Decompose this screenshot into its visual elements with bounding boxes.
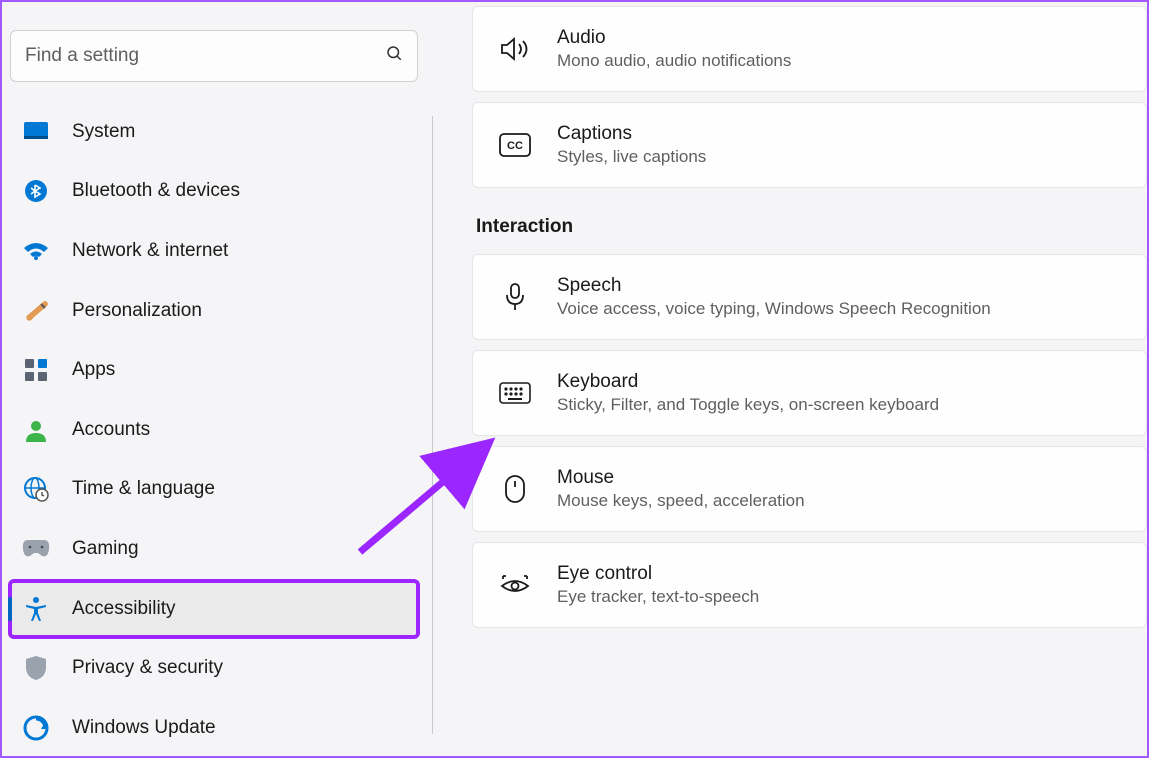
- captions-icon: CC: [499, 129, 531, 161]
- sidebar-item-label: Windows Update: [72, 717, 216, 739]
- sidebar-item-privacy[interactable]: Privacy & security: [10, 641, 418, 697]
- sidebar-item-label: Privacy & security: [72, 657, 223, 679]
- gamepad-icon: [22, 535, 50, 563]
- sidebar-divider: [432, 116, 433, 734]
- system-icon: [22, 118, 50, 146]
- sidebar-item-gaming[interactable]: Gaming: [10, 521, 418, 577]
- sidebar-item-label: Network & internet: [72, 240, 228, 262]
- card-subtitle: Styles, live captions: [557, 147, 706, 167]
- sidebar-item-label: System: [72, 121, 135, 143]
- sidebar-item-accessibility[interactable]: Accessibility: [10, 581, 418, 637]
- sidebar-item-system[interactable]: System: [10, 104, 418, 160]
- card-title: Speech: [557, 275, 991, 297]
- sidebar-item-label: Accessibility: [72, 598, 175, 620]
- sidebar-item-label: Accounts: [72, 419, 150, 441]
- microphone-icon: [499, 281, 531, 313]
- sidebar-item-apps[interactable]: Apps: [10, 342, 418, 398]
- card-captions[interactable]: CC Captions Styles, live captions: [472, 102, 1147, 188]
- section-heading-interaction: Interaction: [476, 216, 1147, 238]
- sidebar-item-bluetooth[interactable]: Bluetooth & devices: [10, 163, 418, 219]
- card-mouse[interactable]: Mouse Mouse keys, speed, acceleration: [472, 446, 1147, 532]
- eye-icon: [499, 569, 531, 601]
- sidebar-item-time-language[interactable]: Time & language: [10, 462, 418, 518]
- sidebar-item-label: Apps: [72, 359, 115, 381]
- accessibility-icon: [22, 595, 50, 623]
- sidebar-item-network[interactable]: Network & internet: [10, 223, 418, 279]
- sidebar-item-accounts[interactable]: Accounts: [10, 402, 418, 458]
- paintbrush-icon: [22, 297, 50, 325]
- sidebar-item-label: Personalization: [72, 300, 202, 322]
- update-icon: [22, 714, 50, 742]
- bluetooth-icon: [22, 177, 50, 205]
- card-title: Eye control: [557, 563, 759, 585]
- search-input[interactable]: [25, 45, 385, 67]
- card-audio[interactable]: Audio Mono audio, audio notifications: [472, 6, 1147, 92]
- search-icon: [385, 44, 403, 67]
- globe-clock-icon: [22, 475, 50, 503]
- speaker-icon: [499, 33, 531, 65]
- keyboard-icon: [499, 377, 531, 409]
- card-title: Keyboard: [557, 371, 939, 393]
- card-subtitle: Eye tracker, text-to-speech: [557, 587, 759, 607]
- shield-icon: [22, 654, 50, 682]
- search-field[interactable]: [10, 30, 418, 82]
- sidebar-item-windows-update[interactable]: Windows Update: [10, 700, 418, 756]
- sidebar-item-label: Gaming: [72, 538, 139, 560]
- card-title: Audio: [557, 27, 791, 49]
- sidebar: System Bluetooth & devices Network & int…: [2, 2, 432, 756]
- card-subtitle: Voice access, voice typing, Windows Spee…: [557, 299, 991, 319]
- card-title: Captions: [557, 123, 706, 145]
- person-icon: [22, 416, 50, 444]
- sidebar-item-label: Time & language: [72, 478, 215, 500]
- mouse-icon: [499, 473, 531, 505]
- card-subtitle: Sticky, Filter, and Toggle keys, on-scre…: [557, 395, 939, 415]
- wifi-icon: [22, 237, 50, 265]
- card-subtitle: Mouse keys, speed, acceleration: [557, 491, 805, 511]
- main-panel: Audio Mono audio, audio notifications CC…: [432, 2, 1147, 756]
- card-eye-control[interactable]: Eye control Eye tracker, text-to-speech: [472, 542, 1147, 628]
- sidebar-item-personalization[interactable]: Personalization: [10, 283, 418, 339]
- sidebar-item-label: Bluetooth & devices: [72, 180, 240, 202]
- svg-text:CC: CC: [507, 140, 523, 152]
- card-speech[interactable]: Speech Voice access, voice typing, Windo…: [472, 254, 1147, 340]
- card-subtitle: Mono audio, audio notifications: [557, 51, 791, 71]
- card-keyboard[interactable]: Keyboard Sticky, Filter, and Toggle keys…: [472, 350, 1147, 436]
- apps-icon: [22, 356, 50, 384]
- card-title: Mouse: [557, 467, 805, 489]
